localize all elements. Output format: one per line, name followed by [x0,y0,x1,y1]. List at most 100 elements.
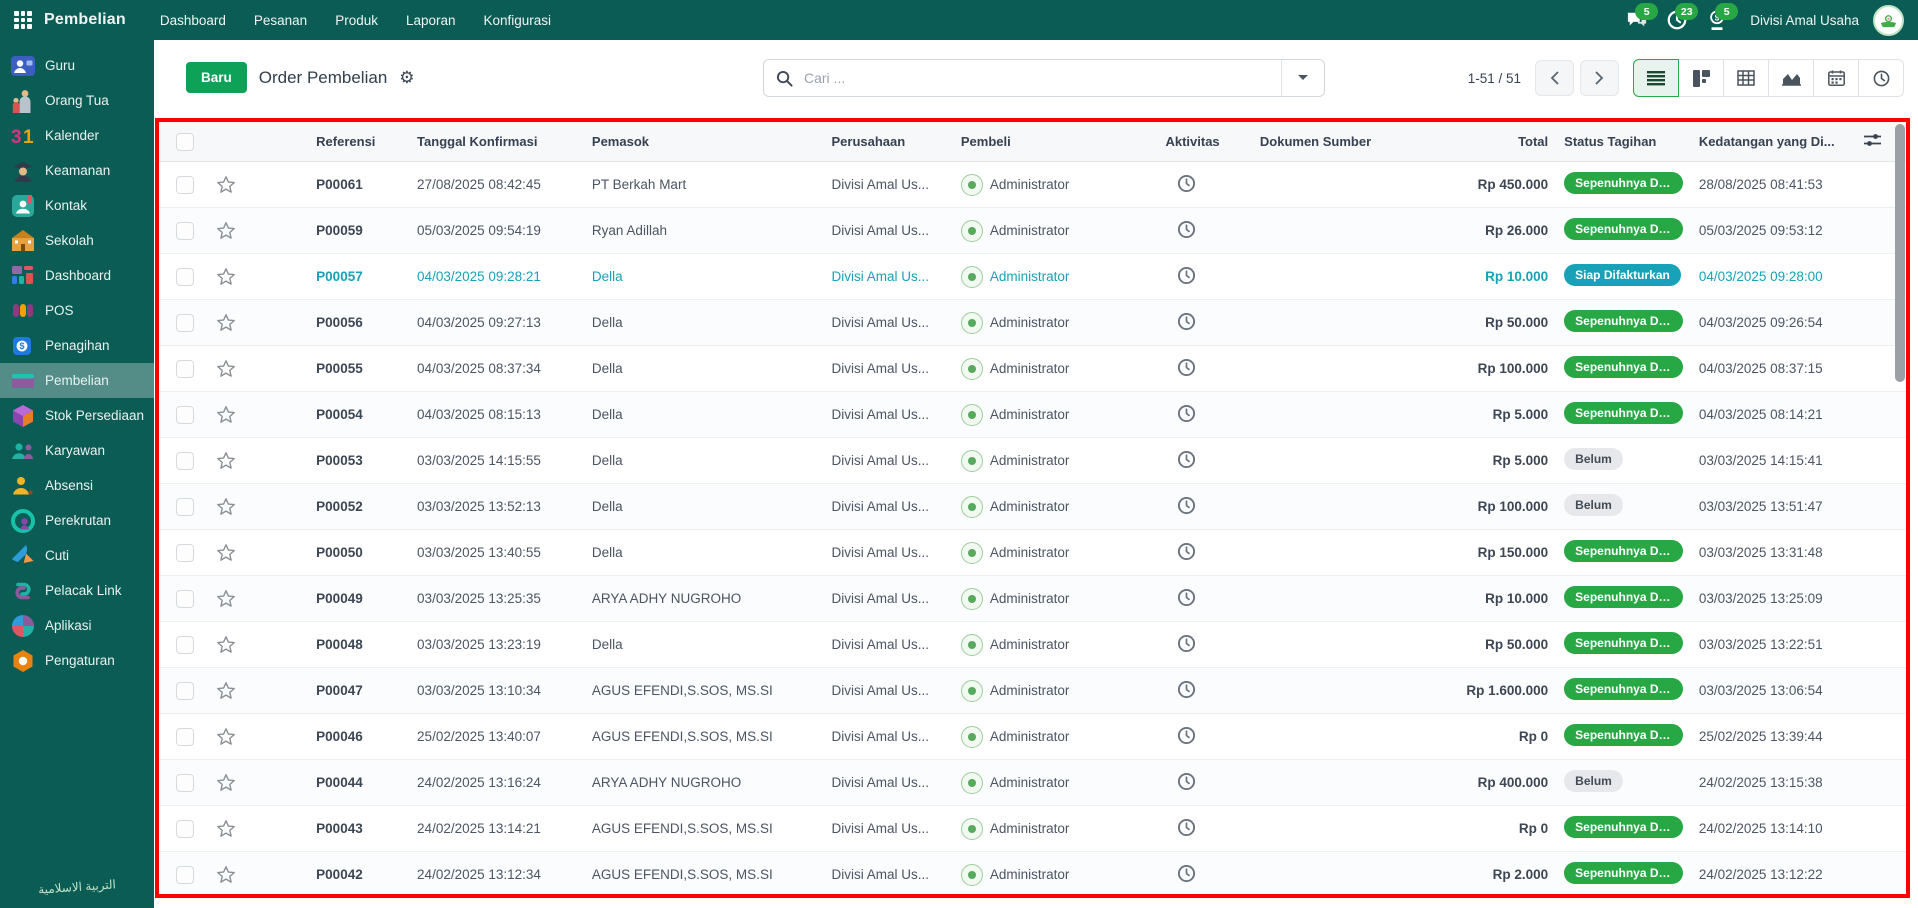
column-header-source[interactable]: Dokumen Sumber [1252,122,1397,162]
select-all-checkbox[interactable] [176,133,194,151]
sidebar-item-pengaturan[interactable]: Pengaturan [0,643,154,678]
activity-clock-icon[interactable] [1177,358,1196,377]
column-header-date[interactable]: Tanggal Konfirmasi [409,122,584,162]
star-icon[interactable] [216,681,236,701]
star-icon[interactable] [216,543,236,563]
activity-clock-icon[interactable] [1177,542,1196,561]
row-checkbox[interactable] [176,268,194,286]
table-scrollbar[interactable] [1895,124,1905,382]
table-row[interactable]: P0005303/03/2025 14:15:55DellaDivisi Ama… [159,438,1906,484]
activity-clock-icon[interactable] [1177,588,1196,607]
sidebar-item-kontak[interactable]: Kontak [0,188,154,223]
row-checkbox[interactable] [176,314,194,332]
table-row[interactable]: P0005504/03/2025 08:37:34DellaDivisi Ama… [159,346,1906,392]
star-icon[interactable] [216,773,236,793]
table-row[interactable]: P0005203/03/2025 13:52:13DellaDivisi Ama… [159,484,1906,530]
table-row[interactable]: P0004703/03/2025 13:10:34AGUS EFENDI,S.S… [159,668,1906,714]
sidebar-item-sekolah[interactable]: Sekolah [0,223,154,258]
user-avatar[interactable] [1873,5,1904,36]
search-input[interactable] [802,69,1269,87]
sidebar-item-pembelian[interactable]: Pembelian [0,363,154,398]
sidebar-item-cuti[interactable]: Cuti [0,538,154,573]
activity-clock-icon[interactable] [1177,772,1196,791]
column-header-arrival[interactable]: Kedatangan yang Di... [1691,122,1855,162]
row-checkbox[interactable] [176,498,194,516]
star-icon[interactable] [216,175,236,195]
activity-clock-icon[interactable] [1177,450,1196,469]
table-row[interactable]: P0004903/03/2025 13:25:35ARYA ADHY NUGRO… [159,576,1906,622]
row-checkbox[interactable] [176,544,194,562]
table-row[interactable]: P0004224/02/2025 13:12:34AGUS EFENDI,S.S… [159,852,1906,898]
view-button-list[interactable] [1633,59,1679,97]
payments-icon[interactable]: $ 5 [1702,5,1732,35]
sidebar-item-dashboard[interactable]: Dashboard [0,258,154,293]
activity-clock-icon[interactable] [1177,680,1196,699]
activity-clock-icon[interactable] [1177,312,1196,331]
sidebar-item-absensi[interactable]: Absensi [0,468,154,503]
messages-icon[interactable]: 5 [1622,5,1652,35]
activities-icon[interactable]: 23 [1662,5,1692,35]
sidebar-item-penagihan[interactable]: $Penagihan [0,328,154,363]
navbar-menu-item-produk[interactable]: Produk [323,8,390,33]
sidebar-item-pos[interactable]: POS [0,293,154,328]
sidebar-item-perekrutan[interactable]: Perekrutan [0,503,154,538]
table-row[interactable]: P0006127/08/2025 08:42:45PT Berkah MartD… [159,162,1906,208]
activity-clock-icon[interactable] [1177,220,1196,239]
star-icon[interactable] [216,589,236,609]
column-header-total[interactable]: Total [1397,122,1556,162]
row-checkbox[interactable] [176,590,194,608]
star-icon[interactable] [216,635,236,655]
table-row[interactable]: P0004424/02/2025 13:16:24ARYA ADHY NUGRO… [159,760,1906,806]
table-row[interactable]: P0004324/02/2025 13:14:21AGUS EFENDI,S.S… [159,806,1906,852]
sidebar-item-stok-persediaan[interactable]: Stok Persediaan [0,398,154,433]
row-checkbox[interactable] [176,222,194,240]
star-icon[interactable] [216,451,236,471]
activity-clock-icon[interactable] [1177,266,1196,285]
activity-clock-icon[interactable] [1177,818,1196,837]
search-dropdown-toggle[interactable] [1281,60,1324,96]
sidebar-item-pelacak-link[interactable]: Pelacak Link [0,573,154,608]
sidebar-item-karyawan[interactable]: Karyawan [0,433,154,468]
row-checkbox[interactable] [176,728,194,746]
star-icon[interactable] [216,405,236,425]
column-header-company[interactable]: Perusahaan [823,122,952,162]
row-checkbox[interactable] [176,820,194,838]
row-checkbox[interactable] [176,682,194,700]
row-checkbox[interactable] [176,360,194,378]
sidebar-item-aplikasi[interactable]: Aplikasi [0,608,154,643]
table-row[interactable]: P0004625/02/2025 13:40:07AGUS EFENDI,S.S… [159,714,1906,760]
new-button[interactable]: Baru [186,62,247,93]
activity-clock-icon[interactable] [1177,634,1196,653]
sidebar-item-keamanan[interactable]: Keamanan [0,153,154,188]
activity-clock-icon[interactable] [1177,726,1196,745]
sidebar-item-kalender[interactable]: 31Kalender [0,118,154,153]
star-icon[interactable] [216,221,236,241]
view-button-kanban[interactable] [1679,59,1724,97]
activity-clock-icon[interactable] [1177,174,1196,193]
star-icon[interactable] [216,865,236,885]
navbar-menu-item-laporan[interactable]: Laporan [394,8,468,33]
table-row[interactable]: P0005404/03/2025 08:15:13DellaDivisi Ama… [159,392,1906,438]
apps-grid-icon[interactable] [14,11,32,29]
activity-clock-icon[interactable] [1177,496,1196,515]
star-icon[interactable] [216,359,236,379]
column-header-status[interactable]: Status Tagihan [1556,122,1691,162]
pager-prev-button[interactable] [1535,60,1574,96]
column-header-vendor[interactable]: Pemasok [584,122,824,162]
sidebar-item-orang-tua[interactable]: Orang Tua [0,83,154,118]
view-button-pivot[interactable] [1724,59,1769,97]
row-checkbox[interactable] [176,406,194,424]
star-icon[interactable] [216,267,236,287]
row-checkbox[interactable] [176,452,194,470]
table-row[interactable]: P0005905/03/2025 09:54:19Ryan AdillahDiv… [159,208,1906,254]
star-icon[interactable] [216,819,236,839]
navbar-menu-item-pesanan[interactable]: Pesanan [242,8,319,33]
activity-clock-icon[interactable] [1177,864,1196,883]
app-brand[interactable]: Pembelian [44,11,126,29]
star-icon[interactable] [216,497,236,517]
view-button-activity[interactable] [1859,59,1904,97]
activity-clock-icon[interactable] [1177,404,1196,423]
sidebar-item-guru[interactable]: Guru [0,48,154,83]
user-menu[interactable]: Divisi Amal Usaha [1750,13,1859,28]
column-header-activity[interactable]: Aktivitas [1157,122,1251,162]
